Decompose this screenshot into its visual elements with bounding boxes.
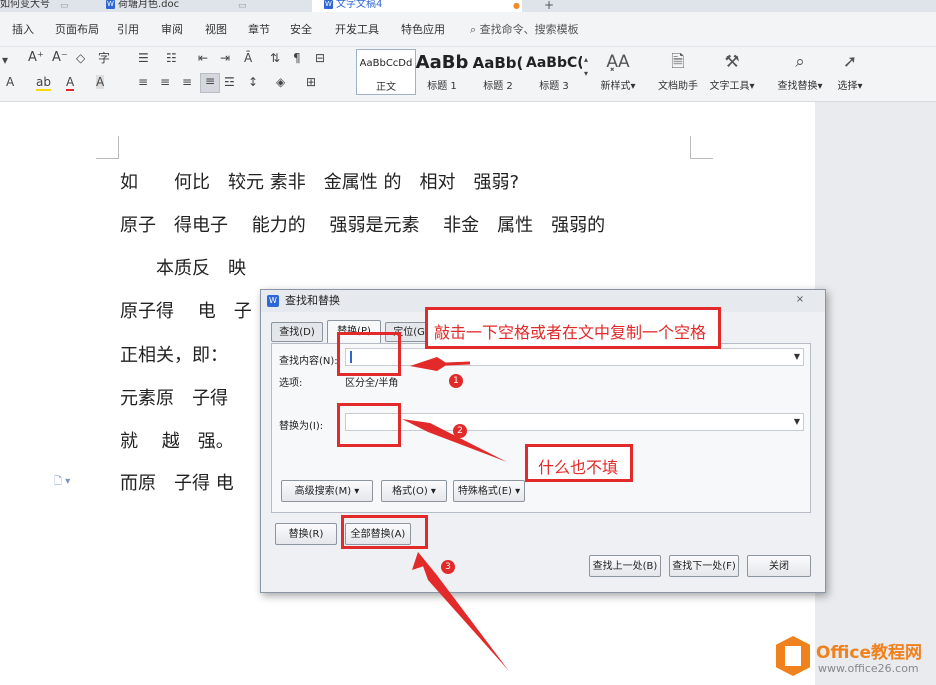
arrow-1 — [410, 357, 448, 371]
step-badge-2: 2 — [453, 424, 467, 438]
logo-url: www.office26.com — [818, 662, 919, 675]
step-badge-1: 1 — [449, 374, 463, 388]
step-badge-3: 3 — [441, 560, 455, 574]
arrow-3 — [418, 552, 509, 671]
arrow-1-tail — [445, 361, 471, 366]
annotation-arrows — [402, 357, 509, 671]
watermark-logo: Office教程网 www.office26.com — [776, 636, 936, 680]
office-logo-inner — [785, 646, 801, 666]
logo-brand: Office教程网 — [816, 643, 923, 663]
